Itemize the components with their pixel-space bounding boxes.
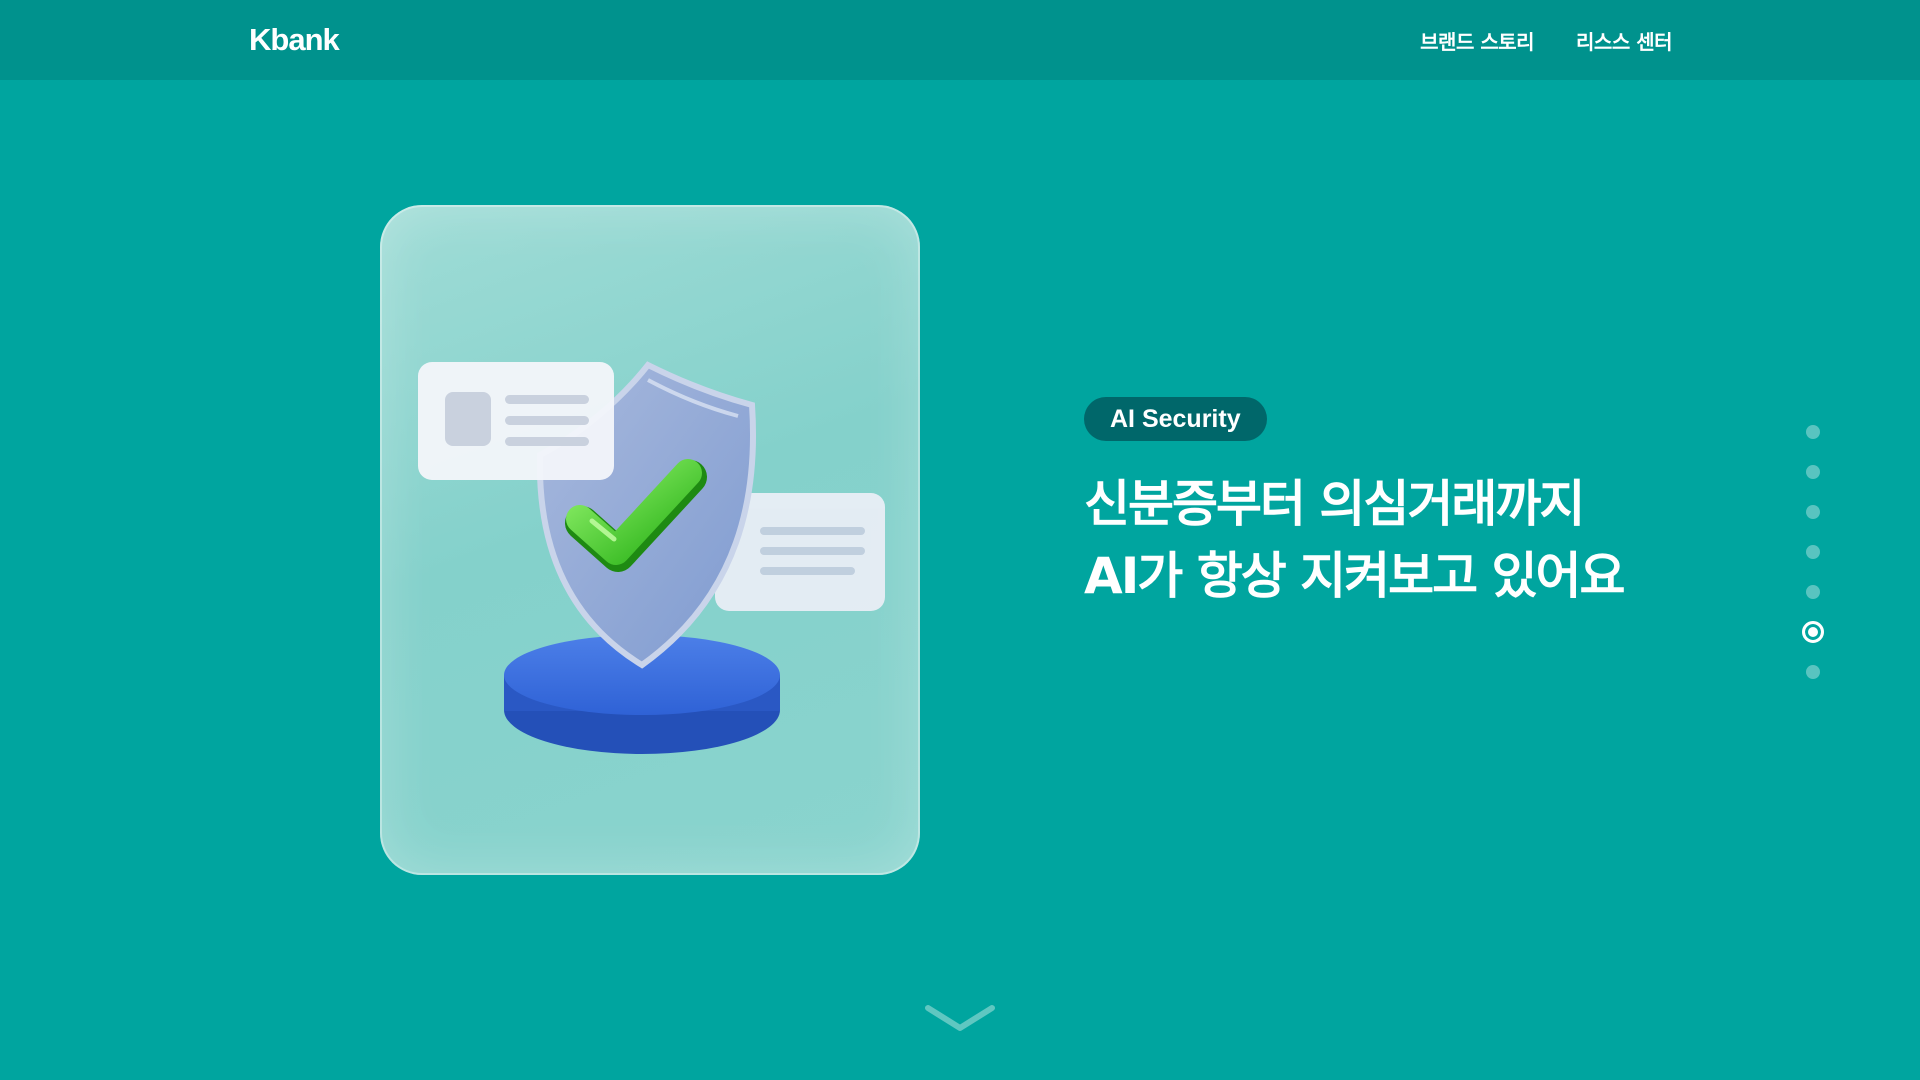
top-nav: 브랜드 스토리 리스스 센터 (1420, 26, 1672, 55)
illustration-card (380, 205, 920, 875)
section-pagination (1802, 412, 1824, 692)
pagination-dot-2[interactable] (1806, 465, 1820, 479)
pagination-dot-5[interactable] (1806, 585, 1820, 599)
kbank-logo[interactable]: Kbank (249, 22, 340, 58)
headline-line-2: AI가 항상 지켜보고 있어요 (1084, 547, 1626, 605)
hero-headline: 신분증부터 의심거래까지 AI가 항상 지켜보고 있어요 (1084, 468, 1626, 612)
pagination-dot-3[interactable] (1806, 505, 1820, 519)
pagination-dot-4[interactable] (1806, 545, 1820, 559)
nav-brand-story[interactable]: 브랜드 스토리 (1420, 26, 1534, 55)
id-card-front (418, 362, 614, 480)
category-badge: AI Security (1084, 397, 1267, 441)
pagination-dot-6-active[interactable] (1802, 621, 1824, 643)
chevron-down-icon[interactable] (924, 1002, 996, 1036)
pagination-dot-1[interactable] (1806, 425, 1820, 439)
shield-check-icon (418, 361, 885, 754)
pagination-dot-7[interactable] (1806, 665, 1820, 679)
site-header: Kbank 브랜드 스토리 리스스 센터 (0, 0, 1920, 80)
nav-resource-center[interactable]: 리스스 센터 (1576, 26, 1672, 55)
headline-line-1: 신분증부터 의심거래까지 (1084, 475, 1585, 533)
